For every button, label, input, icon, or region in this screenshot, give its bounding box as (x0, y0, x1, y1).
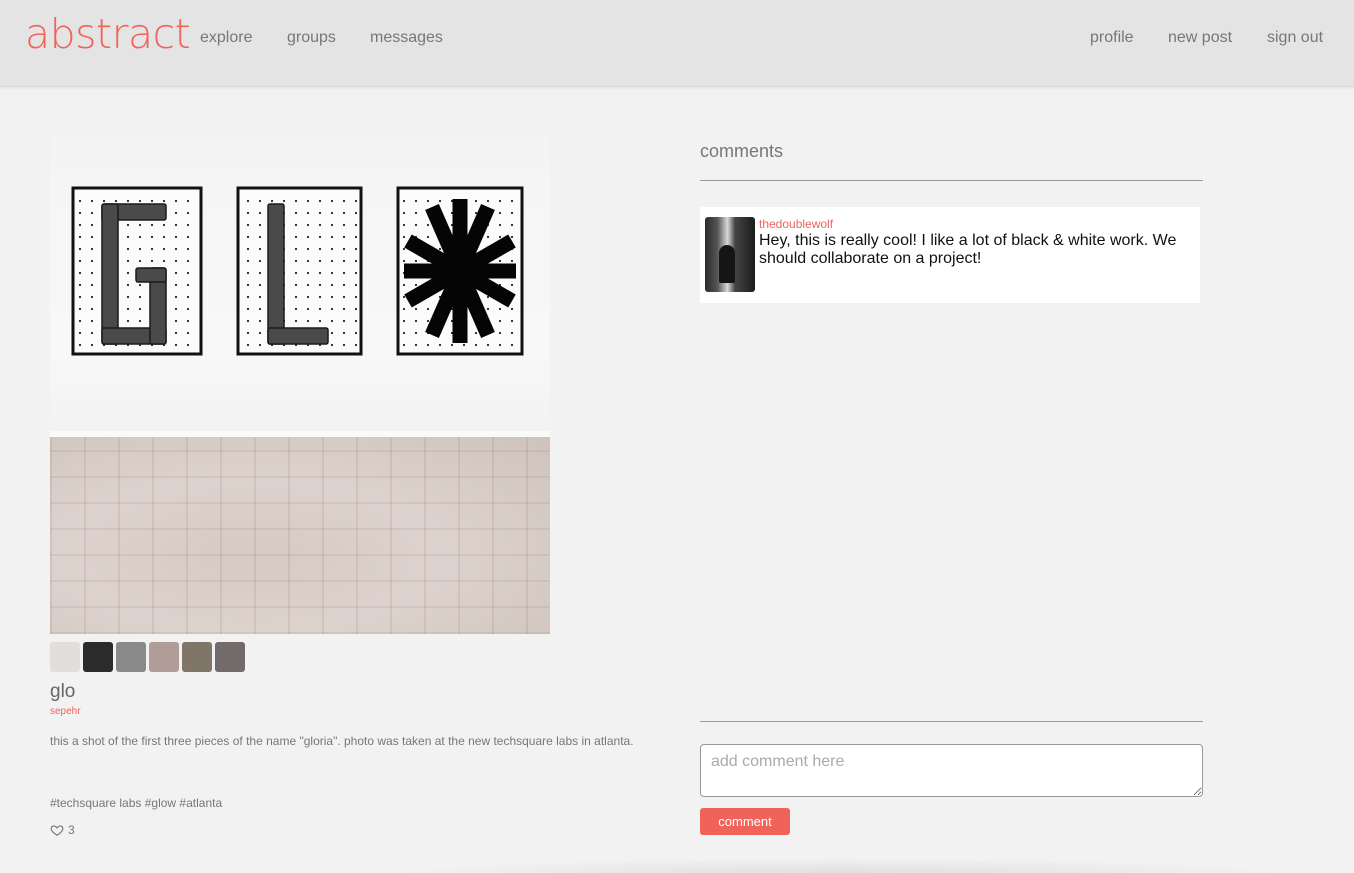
like-count: 3 (68, 823, 75, 837)
post-tags: #techsquare labs #glow #atlanta (50, 796, 223, 810)
divider (700, 721, 1203, 722)
footer-shadow (390, 858, 1290, 873)
palette-swatch[interactable] (182, 642, 212, 672)
nav-sign-out[interactable]: sign out (1267, 29, 1323, 47)
post-description: this a shot of the first three pieces of… (50, 734, 634, 748)
top-navigation-bar: abstract explore groups messages profile… (0, 0, 1354, 87)
color-palette (50, 642, 245, 672)
panel-letter-l (236, 186, 363, 356)
artwork-panels (71, 186, 524, 356)
palette-swatch[interactable] (116, 642, 146, 672)
nav-new-post[interactable]: new post (1168, 29, 1232, 47)
comments-heading: comments (700, 141, 784, 161)
panel-letter-g (71, 186, 203, 356)
comment-submit-button[interactable]: comment (700, 808, 790, 835)
logo[interactable]: abstract (25, 10, 191, 58)
palette-swatch[interactable] (215, 642, 245, 672)
photo-floor (50, 437, 550, 634)
post-photo (50, 135, 550, 634)
divider (700, 180, 1203, 181)
nav-groups[interactable]: groups (287, 29, 336, 47)
palette-swatch[interactable] (83, 642, 113, 672)
nav-explore[interactable]: explore (200, 29, 252, 47)
nav-profile[interactable]: profile (1090, 29, 1134, 47)
comment-username[interactable]: thedoublewolf (759, 217, 833, 231)
palette-swatch[interactable] (50, 642, 80, 672)
likes: 3 (50, 823, 75, 837)
panel-asterisk (396, 186, 524, 356)
comment-text: Hey, this is really cool! I like a lot o… (759, 232, 1177, 267)
comment-item: thedoublewolf Hey, this is really cool! … (700, 207, 1200, 303)
post-author-link[interactable]: sepehr (50, 706, 81, 717)
palette-swatch[interactable] (149, 642, 179, 672)
post-title: glo (50, 681, 76, 702)
heart-icon[interactable] (50, 823, 64, 837)
nav-messages[interactable]: messages (370, 29, 443, 47)
comment-input[interactable] (700, 744, 1203, 797)
avatar[interactable] (705, 217, 755, 292)
